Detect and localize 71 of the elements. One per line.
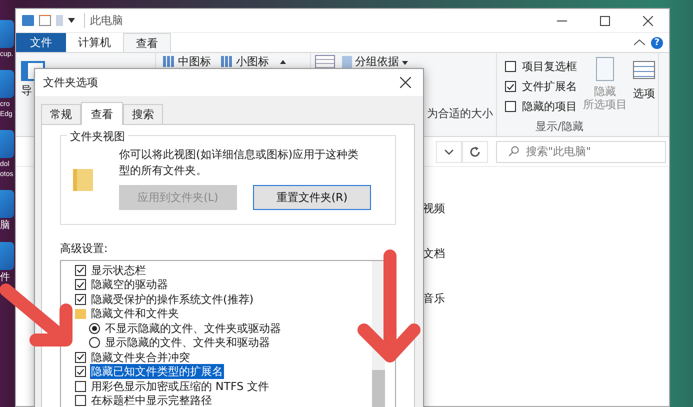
checkbox[interactable] (75, 395, 86, 406)
button-label: 分组依据 (355, 54, 399, 69)
options-button[interactable]: 选项 (633, 57, 655, 114)
caret-icon[interactable] (68, 18, 75, 23)
dropdown-icon[interactable] (436, 140, 462, 162)
dialog-tab[interactable]: 搜索 (123, 104, 163, 124)
setting-label[interactable]: 用彩色显示加密或压缩的 NTFS 文件 (90, 378, 270, 394)
checkbox-label: 项目复选框 (522, 59, 577, 74)
checkbox[interactable] (75, 294, 86, 305)
properties-icon[interactable] (39, 15, 51, 26)
group-title: 文件夹视图 (67, 129, 128, 144)
columns-icon[interactable] (315, 54, 335, 68)
setting-label[interactable]: 显示隐藏的文件、文件夹和驱动器 (104, 335, 271, 350)
ribbon-tab[interactable]: 查看 (123, 33, 171, 52)
help-button[interactable]: ? (651, 36, 663, 48)
refresh-icon[interactable] (462, 140, 488, 162)
checkbox[interactable] (75, 380, 86, 392)
window-title: 此电脑 (84, 13, 123, 28)
page-icon (596, 57, 614, 81)
folder-label[interactable]: 音乐 (423, 291, 669, 306)
view-label: 小图标 (236, 54, 269, 69)
checkbox[interactable] (505, 61, 516, 72)
options-icon (633, 61, 655, 79)
dialog-button[interactable]: 重置文件夹(R) (253, 185, 371, 210)
view-option[interactable]: 小图标 (218, 53, 272, 70)
grid-icon (221, 56, 233, 67)
description-text: 你可以将此视图(如详细信息或图标)应用于这种类型的所有文件夹。 (119, 147, 360, 179)
grid-icon (163, 56, 175, 67)
close-icon[interactable] (642, 16, 652, 26)
icon-label: 件 (0, 272, 11, 284)
checkbox[interactable] (505, 81, 516, 92)
file-menu-tab[interactable]: 文件 (16, 33, 66, 52)
setting-label[interactable]: 隐藏已知文件类型的扩展名 (90, 364, 224, 380)
scroll-up-icon[interactable] (280, 60, 286, 64)
size-columns-button[interactable]: 为合适的大小 (427, 106, 493, 121)
ribbon-tab[interactable]: 计算机 (66, 33, 123, 52)
button-label: 隐藏 (594, 85, 616, 98)
checkbox[interactable] (75, 352, 86, 363)
setting-label[interactable]: 显示状态栏 (90, 262, 147, 278)
setting-label[interactable]: 在标题栏中显示完整路径 (90, 393, 213, 407)
close-button[interactable] (400, 77, 411, 88)
group-label: 显示/隐藏 (534, 119, 584, 134)
checkbox[interactable] (75, 264, 86, 276)
section-label: 高级设置: (60, 241, 109, 256)
folder-label[interactable]: 视频 (423, 201, 669, 216)
checkbox-label: 文件扩展名 (522, 79, 577, 94)
button-label: 所选项目 (583, 98, 627, 111)
folder-label[interactable]: 文档 (423, 246, 669, 261)
dialog-tab[interactable]: 常规 (41, 104, 81, 124)
button-label: 选项 (633, 87, 655, 100)
dialog-tab[interactable]: 查看 (81, 102, 123, 125)
radio-button[interactable] (89, 322, 100, 334)
icon-label: 脑 (0, 220, 11, 232)
checkbox[interactable] (75, 279, 86, 290)
view-label: 中图标 (178, 54, 211, 69)
view-option[interactable]: 中图标 (160, 53, 214, 70)
checkbox[interactable] (505, 101, 516, 112)
group-by-button[interactable]: 分组依据 (339, 53, 411, 70)
checkbox[interactable] (75, 366, 86, 378)
setting-label[interactable]: 隐藏文件和文件夹 (90, 306, 180, 322)
scroll-thumb[interactable] (372, 370, 385, 407)
search-field[interactable]: 搜索"此电脑" (496, 140, 666, 162)
setting-label[interactable]: 隐藏文件夹合并冲突 (90, 350, 191, 365)
maximize-icon[interactable] (600, 16, 610, 26)
search-icon (508, 146, 519, 156)
setting-label[interactable]: 隐藏受保护的操作系统文件(推荐) (90, 292, 255, 307)
checkbox-label: 隐藏的项目 (522, 99, 577, 114)
dialog-title: 文件夹选项 (43, 75, 98, 90)
setting-label[interactable]: 隐藏空的驱动器 (90, 277, 169, 292)
setting-label[interactable]: 不显示隐藏的文件、文件夹或驱动器 (104, 320, 282, 336)
radio-button[interactable] (89, 337, 100, 348)
